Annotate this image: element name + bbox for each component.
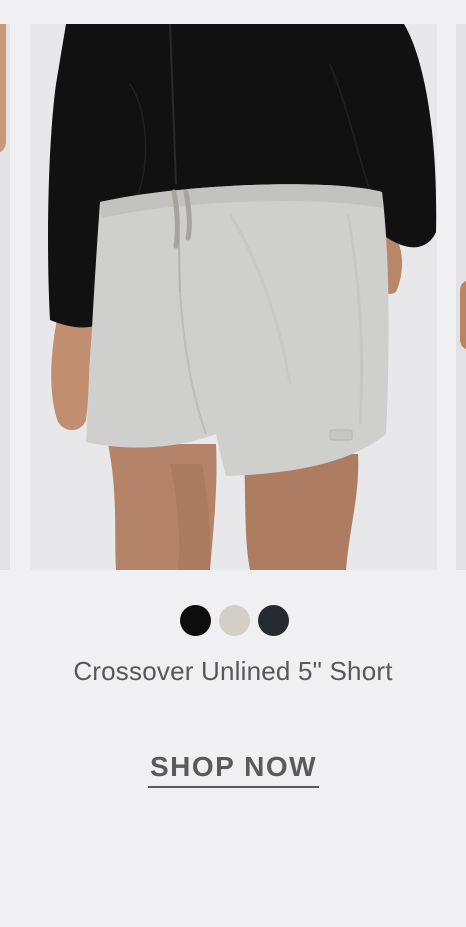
previous-product-peek[interactable] <box>0 24 10 570</box>
previous-product-image-fragment <box>0 24 6 154</box>
swatch-charcoal[interactable] <box>258 605 289 636</box>
product-carousel[interactable] <box>0 24 466 570</box>
product-title[interactable]: Crossover Unlined 5" Short <box>60 654 406 689</box>
product-card-page: Crossover Unlined 5" Short SHOP NOW <box>0 0 466 927</box>
shop-now-button[interactable]: SHOP NOW <box>148 750 319 788</box>
swatch-black[interactable] <box>180 605 211 636</box>
color-swatches <box>180 605 289 636</box>
next-product-peek[interactable] <box>456 24 466 570</box>
swatch-stone[interactable] <box>219 605 250 636</box>
product-image[interactable] <box>30 24 437 570</box>
model-photo-illustration <box>30 24 437 570</box>
next-product-image-fragment <box>460 280 466 350</box>
